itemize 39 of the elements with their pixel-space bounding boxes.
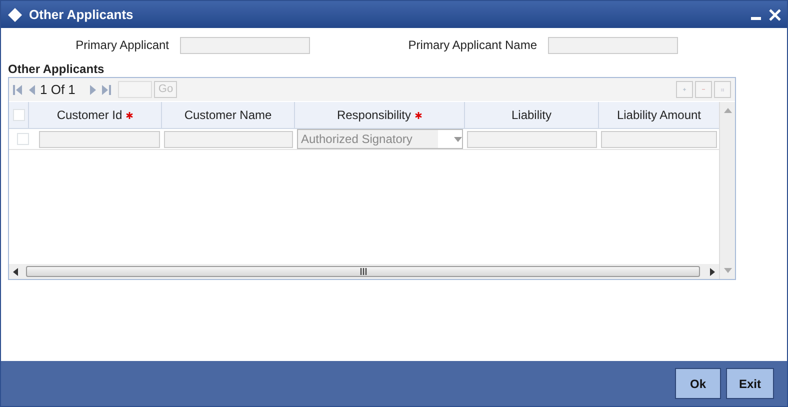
column-header: Liability Amount: [616, 107, 702, 124]
row-checkbox[interactable]: [17, 133, 29, 145]
ok-button[interactable]: Ok: [675, 368, 721, 399]
grip-icon: [360, 268, 366, 275]
select-all-checkbox[interactable]: [12, 109, 24, 121]
horizontal-scrollbar[interactable]: [9, 264, 719, 279]
previous-page-icon[interactable]: [29, 84, 36, 96]
last-page-icon[interactable]: [102, 84, 112, 96]
table-input-field[interactable]: [467, 130, 597, 148]
table-input-field[interactable]: [601, 130, 717, 148]
field-label: Primary Applicant: [74, 37, 170, 54]
scroll-up-icon: [724, 108, 732, 113]
list-view-button[interactable]: [714, 81, 731, 98]
section-title: Other Applicants: [8, 61, 106, 77]
scroll-down-icon: [724, 268, 732, 273]
column-header: Responsibility: [336, 107, 412, 124]
column-header: Customer Id: [56, 107, 122, 124]
dropdown-caret-icon: [454, 136, 462, 142]
exit-button[interactable]: Exit: [726, 368, 774, 399]
page-indicator: 1 Of 1: [40, 80, 76, 99]
text-field[interactable]: [180, 36, 310, 54]
page-field[interactable]: [118, 81, 152, 98]
first-page-icon[interactable]: [13, 84, 23, 96]
field-label: Primary Applicant Name: [407, 37, 538, 54]
minus-icon: [702, 88, 705, 91]
delete-row-button[interactable]: [695, 81, 712, 98]
window-title: Other Applicants: [29, 6, 134, 24]
column-header: Liability: [511, 107, 552, 124]
text-field[interactable]: [548, 36, 678, 54]
scroll-right-icon: [710, 268, 715, 276]
vertical-scrollbar[interactable]: [719, 102, 735, 279]
add-row-button[interactable]: [676, 81, 693, 98]
table-input-field[interactable]: [39, 130, 160, 148]
close-icon[interactable]: [769, 8, 781, 20]
diamond-icon: [7, 6, 23, 22]
table-input-field[interactable]: [164, 130, 293, 148]
scroll-left-icon: [13, 268, 18, 276]
next-page-icon[interactable]: [89, 84, 96, 96]
column-header: Customer Name: [184, 107, 272, 124]
